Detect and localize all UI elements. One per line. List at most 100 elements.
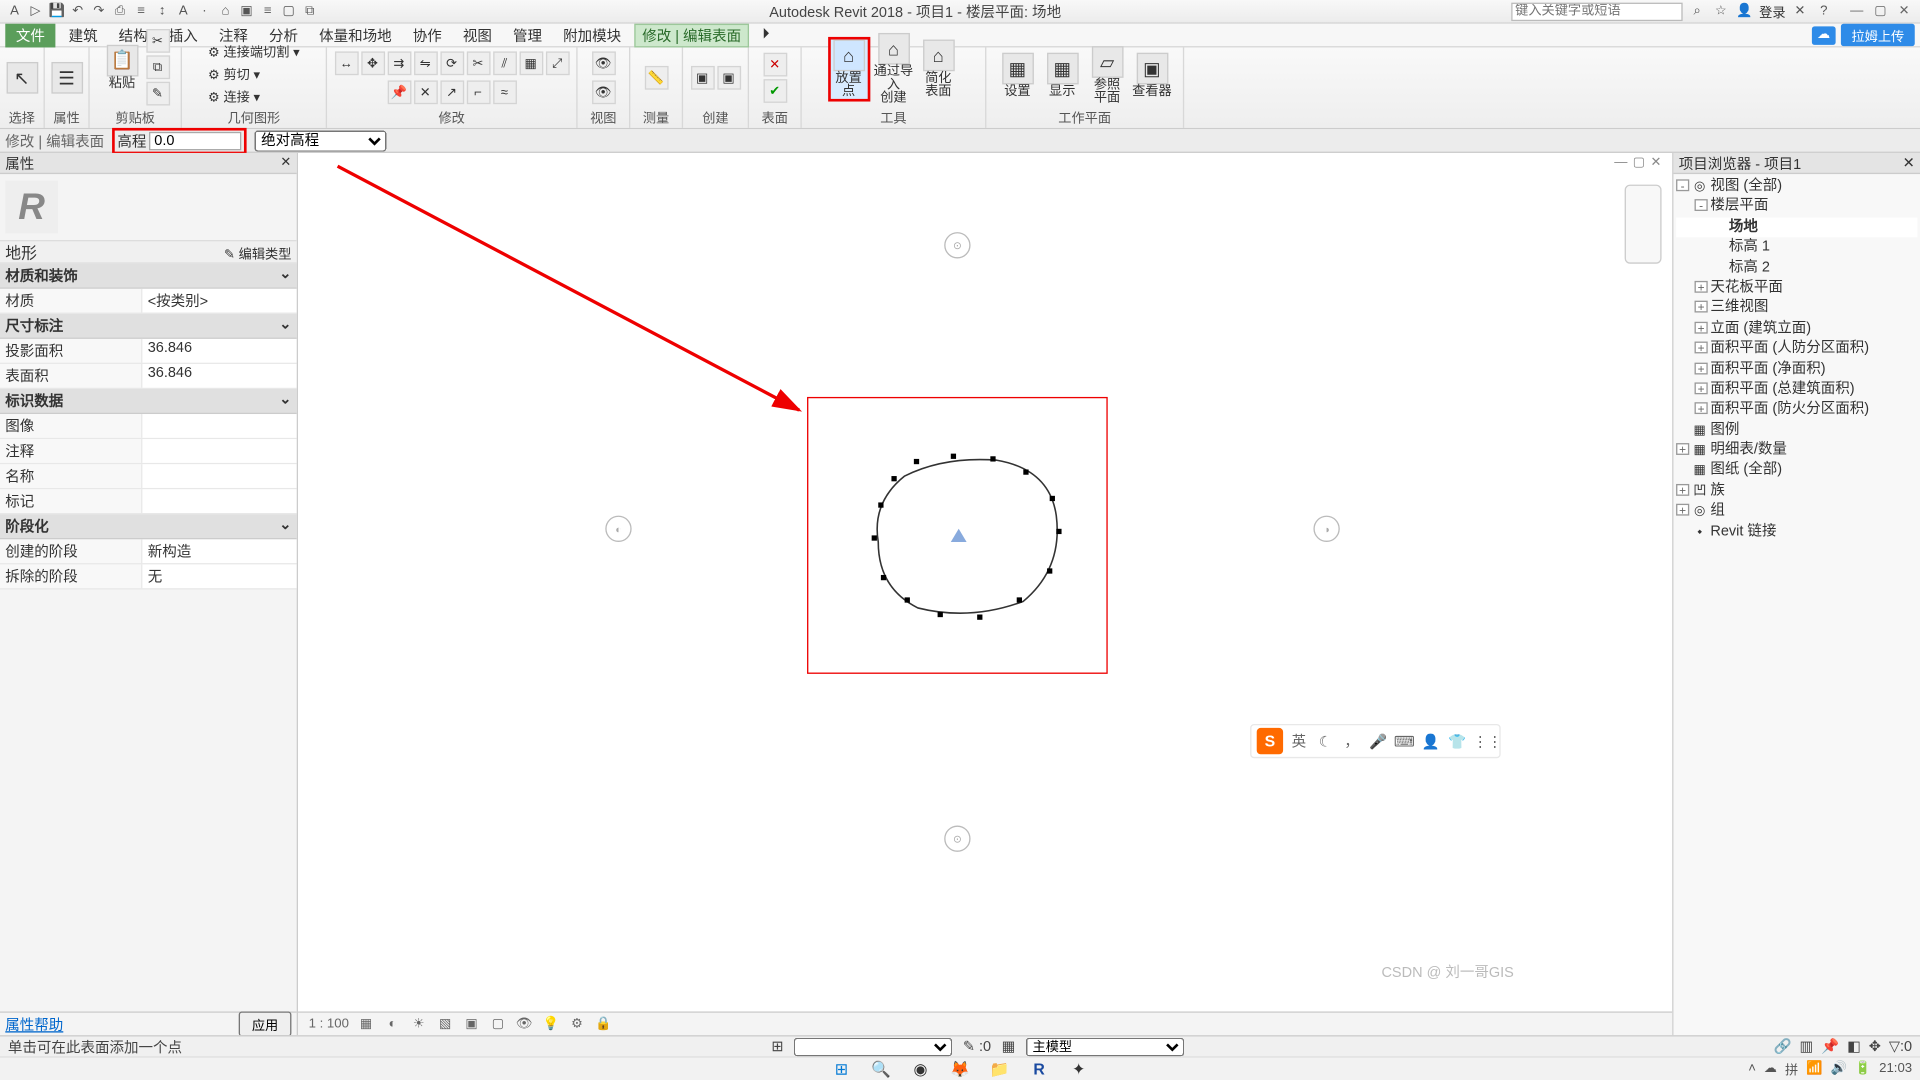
similar-icon[interactable]: ≈ — [493, 80, 517, 104]
reveal-constraints-icon[interactable]: 🔒 — [594, 1015, 612, 1033]
cut-icon[interactable]: ✂ — [146, 29, 170, 53]
viewer-tool[interactable]: ▣查看器 — [1131, 53, 1173, 99]
search-task-icon[interactable]: 🔍 — [868, 1058, 894, 1079]
properties-close-icon[interactable]: ✕ — [280, 156, 291, 171]
tab-view[interactable]: 视图 — [455, 23, 500, 47]
matchtype-icon[interactable]: ✎ — [146, 82, 170, 106]
tab-extras-icon[interactable]: ⏵ — [754, 25, 777, 45]
editable-only-icon[interactable]: ▦ — [1002, 1038, 1016, 1055]
align-icon[interactable]: ↔ — [334, 51, 358, 75]
sogou-logo-icon[interactable]: S — [1257, 728, 1283, 754]
chrome-icon[interactable]: ◉ — [907, 1058, 933, 1079]
text-icon[interactable]: A — [174, 2, 192, 20]
drag-elements-icon[interactable]: ✥ — [1869, 1038, 1881, 1055]
prop-mark-val[interactable] — [142, 489, 296, 513]
view-mini-controls[interactable]: —▢✕ — [1614, 156, 1661, 171]
corner-icon[interactable]: ⌐ — [466, 80, 490, 104]
revit-task-icon[interactable]: R — [1026, 1058, 1052, 1079]
array-icon[interactable]: ▦ — [519, 51, 543, 75]
tray-onedrive-icon[interactable]: ☁ — [1764, 1062, 1777, 1077]
revit-logo-icon[interactable]: A — [5, 2, 23, 20]
create-similar-icon[interactable]: ▣ — [717, 66, 741, 90]
clock-time[interactable]: 21:03 — [1879, 1062, 1912, 1075]
project-tree[interactable]: -◎视图 (全部)-楼层平面场地标高 1标高 2+天花板平面+三维视图+立面 (… — [1673, 174, 1920, 1035]
scale-icon[interactable]: ⤢ — [545, 51, 569, 75]
prop-phase-demo-val[interactable]: 无 — [142, 564, 296, 588]
view-scale[interactable]: 1 : 100 — [309, 1017, 349, 1032]
elevation-marker-west[interactable]: ◐ — [605, 516, 631, 542]
cope-tool[interactable]: ⚙ 连接端切割 ▾ — [208, 41, 300, 61]
prop-comment-val[interactable] — [142, 439, 296, 463]
drawing-canvas[interactable]: —▢✕ ⊙ ◐ ◑ ⊙ — [298, 153, 1672, 1035]
save-icon[interactable]: 💾 — [47, 2, 65, 20]
ime-keyboard-icon[interactable]: ⌨ — [1394, 733, 1415, 750]
prop-proj-area-val[interactable]: 36.846 — [142, 339, 296, 363]
default3d-icon[interactable]: ⌂ — [216, 2, 234, 20]
prop-image-val[interactable] — [142, 414, 296, 438]
tab-architecture[interactable]: 建筑 — [61, 23, 106, 47]
tree-node[interactable]: +面积平面 (防火分区面积) — [1676, 400, 1917, 420]
ime-punct-icon[interactable]: ， — [1341, 731, 1362, 752]
project-base-point-icon[interactable] — [951, 529, 967, 542]
view-cube[interactable] — [1625, 185, 1662, 264]
cancel-surface-icon[interactable]: ✕ — [763, 53, 787, 77]
tab-massing[interactable]: 体量和场地 — [311, 23, 399, 47]
apply-button[interactable]: 应用 — [239, 1011, 292, 1036]
ime-menu-icon[interactable]: ⋮⋮ — [1473, 733, 1494, 750]
tab-modify-edit-surface[interactable]: 修改 | 编辑表面 — [634, 23, 749, 47]
view-unhide-icon[interactable]: 👁 — [591, 80, 615, 104]
ime-toolbar[interactable]: S 英 ☾ ， 🎤 ⌨ 👤 👕 ⋮⋮ — [1250, 724, 1501, 758]
copy-icon[interactable]: ⧉ — [146, 55, 170, 79]
tray-battery-icon[interactable]: 🔋 — [1855, 1062, 1871, 1077]
maximize-button[interactable]: ▢ — [1870, 4, 1891, 19]
prop-phase-created-val[interactable]: 新构造 — [142, 539, 296, 563]
start-icon[interactable]: ⊞ — [828, 1058, 854, 1079]
tree-node[interactable]: +▦明细表/数量 — [1676, 441, 1917, 461]
cut-geom-tool[interactable]: ⚙ 剪切 ▾ — [208, 63, 260, 83]
select-face-icon[interactable]: ◧ — [1847, 1038, 1861, 1055]
trim-icon[interactable]: ✂ — [466, 51, 490, 75]
rotate-icon[interactable]: ⟳ — [440, 51, 464, 75]
upload-button[interactable]: 拉姆上传 — [1841, 24, 1915, 46]
select-tool[interactable]: ↖ — [1, 62, 43, 94]
simplify-surface-tool[interactable]: ⌂简化 表面 — [917, 40, 959, 99]
ime-moon-icon[interactable]: ☾ — [1315, 733, 1336, 750]
tree-node[interactable]: ▦图纸 (全部) — [1676, 461, 1917, 481]
search-icon[interactable]: ⌕ — [1688, 2, 1706, 20]
tray-wifi-icon[interactable]: 📶 — [1806, 1062, 1822, 1077]
hide-isolate-icon[interactable]: 👁 — [515, 1015, 533, 1033]
print-icon[interactable]: ⎙ — [111, 2, 129, 20]
star-icon[interactable]: ☆ — [1712, 2, 1730, 20]
other-app-icon[interactable]: ✦ — [1066, 1058, 1092, 1079]
switch-windows-icon[interactable]: ⧉ — [301, 2, 319, 20]
detail-level-icon[interactable]: ▦ — [357, 1015, 375, 1033]
tray-chevron-icon[interactable]: ˄ — [1748, 1062, 1756, 1077]
ime-person-icon[interactable]: 👤 — [1420, 733, 1441, 750]
tree-node[interactable]: +面积平面 (净面积) — [1676, 359, 1917, 379]
worksharing-icon[interactable]: ⚙ — [568, 1015, 586, 1033]
move-icon[interactable]: ✥ — [361, 51, 385, 75]
tree-node[interactable]: ▦图例 — [1676, 420, 1917, 440]
tree-node[interactable]: ⬩Revit 链接 — [1676, 522, 1917, 542]
tab-manage[interactable]: 管理 — [505, 23, 550, 47]
elevation-input[interactable] — [149, 131, 241, 149]
paste-tool[interactable]: 📋粘贴 — [101, 44, 143, 90]
ref-plane-tool[interactable]: ▱参照 平面 — [1086, 46, 1128, 105]
properties-help-link[interactable]: 属性帮助 — [5, 1013, 63, 1034]
tree-node[interactable]: +面积平面 (人防分区面积) — [1676, 339, 1917, 359]
ime-lang[interactable]: 英 — [1288, 731, 1309, 752]
help-icon[interactable]: ? — [1815, 2, 1833, 20]
extend-icon[interactable]: ↗ — [440, 80, 464, 104]
crop-view-icon[interactable]: ▣ — [462, 1015, 480, 1033]
elevation-mode-select[interactable]: 绝对高程 — [254, 130, 386, 151]
select-pinned-icon[interactable]: 📌 — [1821, 1038, 1839, 1055]
open-icon[interactable]: ▷ — [26, 2, 44, 20]
pin-icon[interactable]: 📌 — [387, 80, 411, 104]
split-icon[interactable]: ⫽ — [493, 51, 517, 75]
ime-mic-icon[interactable]: 🎤 — [1367, 733, 1388, 750]
prop-material-val[interactable]: <按类别> — [142, 289, 296, 313]
properties-tool[interactable]: ☰ — [45, 62, 87, 94]
delete-icon[interactable]: ✕ — [413, 80, 437, 104]
tree-node[interactable]: +三维视图 — [1676, 298, 1917, 318]
prop-surf-area-val[interactable]: 36.846 — [142, 364, 296, 388]
